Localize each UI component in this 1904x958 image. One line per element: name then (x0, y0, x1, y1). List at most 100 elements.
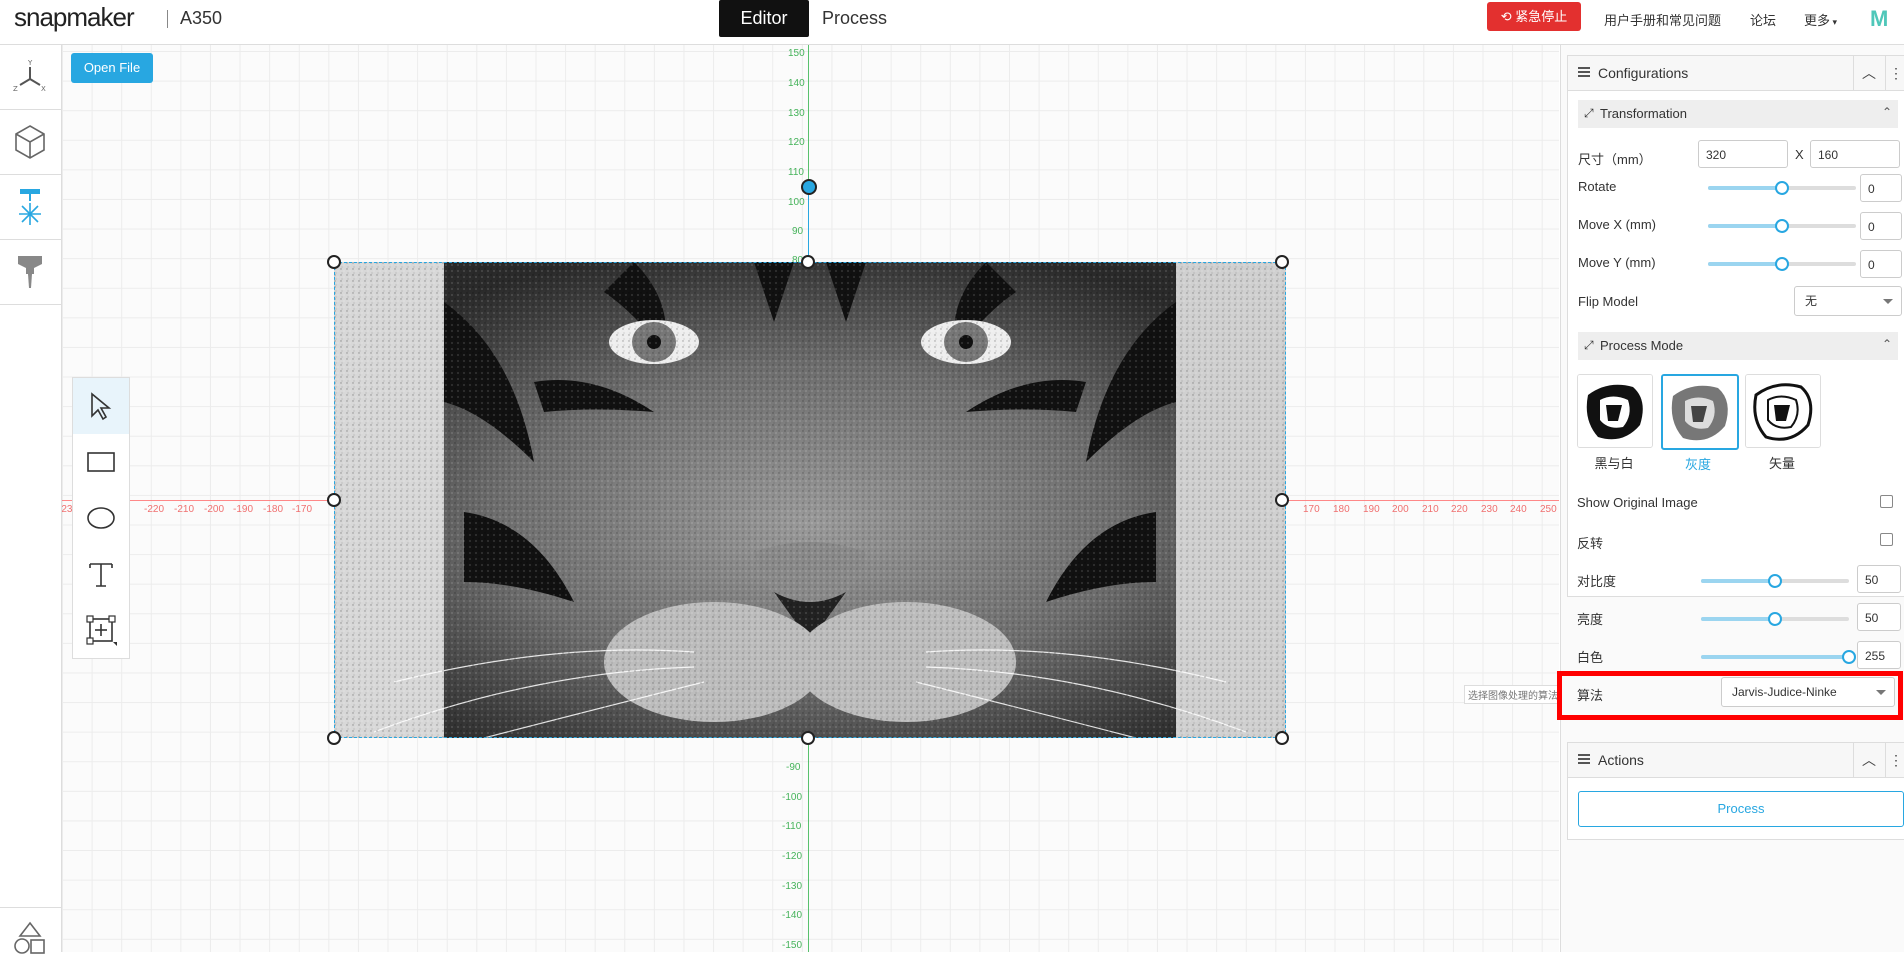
transformation-header[interactable]: ⤢ Transformation ⌃ (1578, 100, 1898, 128)
more-options-button[interactable]: ⋮ (1885, 743, 1904, 777)
resize-handle-left[interactable] (327, 493, 341, 507)
rotate-slider[interactable] (1708, 181, 1856, 195)
chevron-up-icon: ⌃ (1881, 337, 1892, 351)
invert-label: 反转 (1577, 536, 1604, 551)
y-tick: -120 (782, 851, 803, 862)
mode-vector-thumbnail (1746, 375, 1820, 447)
axes-icon: Y Z X (13, 59, 46, 93)
y-tick: -130 (782, 881, 803, 892)
laser-icon (19, 189, 41, 225)
tab-process[interactable]: Process (822, 0, 887, 37)
more-menu[interactable]: 更多 ▾ (1804, 10, 1837, 29)
3d-printing-button[interactable] (0, 110, 61, 175)
move-x-slider[interactable] (1708, 219, 1856, 233)
y-tick: 140 (788, 78, 805, 89)
resize-handle-top-right[interactable] (1275, 255, 1289, 269)
svg-text:Y: Y (27, 59, 33, 67)
caret-down-icon: ▾ (1830, 17, 1838, 27)
white-slider[interactable] (1701, 650, 1856, 664)
y-tick: 100 (788, 197, 805, 208)
show-original-checkbox[interactable] (1880, 495, 1893, 508)
mode-grayscale-label: 灰度 (1684, 457, 1711, 472)
tab-editor[interactable]: Editor (719, 0, 809, 37)
more-options-button[interactable]: ⋮ (1885, 56, 1904, 90)
machine-name: A350 (180, 8, 223, 28)
emergency-stop-button[interactable]: ⟲ 紧急停止 (1487, 2, 1581, 31)
open-file-button[interactable]: Open File (71, 53, 153, 83)
x-tick: -190 (233, 504, 254, 515)
move-x-input[interactable]: 0 (1860, 212, 1902, 240)
insert-tool[interactable] (73, 602, 129, 658)
x-tick: 190 (1363, 504, 1380, 515)
rotate-handle[interactable] (801, 179, 817, 195)
white-input[interactable]: 255 (1857, 641, 1901, 669)
size-separator: X (1795, 147, 1804, 162)
workspace-canvas[interactable]: Open File 150 140 130 120 110 100 90 80 … (62, 45, 1559, 952)
menu-icon (1578, 754, 1590, 764)
shapes-button[interactable] (0, 907, 61, 958)
coordinate-view-button[interactable]: Y Z X (0, 45, 61, 110)
move-x-label: Move X (mm) (1578, 217, 1656, 232)
rotate-input[interactable]: 0 (1860, 174, 1902, 202)
actions-card: Actions ︿ ⋮ Process (1567, 742, 1904, 840)
x-tick: 170 (1303, 504, 1320, 515)
x-tick: 240 (1510, 504, 1527, 515)
contrast-slider[interactable] (1701, 574, 1849, 588)
mode-grayscale[interactable] (1661, 374, 1739, 450)
actions-title: Actions (1598, 752, 1644, 768)
process-mode-header[interactable]: ⤢ Process Mode ⌃ (1578, 332, 1898, 360)
mode-grayscale-thumbnail (1663, 376, 1735, 446)
resize-handle-top-left[interactable] (327, 255, 341, 269)
process-button[interactable]: Process (1578, 791, 1904, 827)
collapse-button[interactable]: ︿ (1853, 56, 1884, 90)
resize-handle-bottom-left[interactable] (327, 731, 341, 745)
move-y-slider[interactable] (1708, 257, 1856, 271)
y-tick: -100 (782, 792, 803, 803)
move-y-input[interactable]: 0 (1860, 250, 1902, 278)
move-y-label: Move Y (mm) (1578, 255, 1656, 270)
rectangle-icon (87, 452, 115, 472)
x-tick: -170 (292, 504, 313, 515)
resize-handle-bottom-right[interactable] (1275, 731, 1289, 745)
manual-link[interactable]: 用户手册和常见问题 (1604, 10, 1721, 29)
cnc-button[interactable] (0, 240, 61, 305)
forum-link[interactable]: 论坛 (1750, 10, 1776, 29)
top-bar: snapmaker A350 Editor Process ⟲ 紧急停止 用户手… (0, 0, 1904, 45)
mode-vector[interactable] (1745, 374, 1821, 448)
brightness-label: 亮度 (1577, 612, 1604, 627)
select-tool[interactable] (73, 378, 129, 434)
text-tool[interactable] (73, 546, 129, 602)
resize-handle-right[interactable] (1275, 493, 1289, 507)
x-tick: 220 (1451, 504, 1468, 515)
expand-icon: ⤢ (1584, 338, 1594, 352)
cube-icon (15, 125, 45, 159)
add-frame-icon (86, 615, 117, 646)
contrast-input[interactable]: 50 (1857, 565, 1901, 593)
mode-black-white-label: 黑与白 (1594, 456, 1634, 471)
brightness-input[interactable]: 50 (1857, 603, 1901, 631)
width-input[interactable]: 320 (1698, 140, 1788, 168)
resize-handle-top[interactable] (801, 255, 815, 269)
more-label: 更多 (1804, 13, 1831, 28)
x-tick: -210 (174, 504, 195, 515)
invert-checkbox[interactable] (1880, 533, 1893, 546)
x-tick: -200 (204, 504, 225, 515)
white-label: 白色 (1577, 650, 1604, 665)
rectangle-tool[interactable] (73, 434, 129, 490)
x-tick: 250 (1540, 504, 1557, 515)
height-input[interactable]: 160 (1810, 140, 1900, 168)
x-tick: 180 (1333, 504, 1350, 515)
laser-button[interactable] (0, 175, 61, 240)
resize-handle-bottom[interactable] (801, 731, 815, 745)
x-tick: -180 (263, 504, 284, 515)
show-original-label: Show Original Image (1577, 495, 1698, 510)
brightness-slider[interactable] (1701, 612, 1849, 626)
cnc-icon (18, 256, 42, 288)
flip-model-label: Flip Model (1578, 294, 1638, 309)
mode-black-white[interactable] (1577, 374, 1653, 448)
flip-model-select[interactable]: 无 (1794, 286, 1902, 316)
algorithm-tooltip: 选择图像处理的算法 (1464, 685, 1559, 704)
collapse-button[interactable]: ︿ (1853, 743, 1884, 777)
kebab-icon: ⋮ (1889, 65, 1903, 81)
ellipse-tool[interactable] (73, 490, 129, 546)
